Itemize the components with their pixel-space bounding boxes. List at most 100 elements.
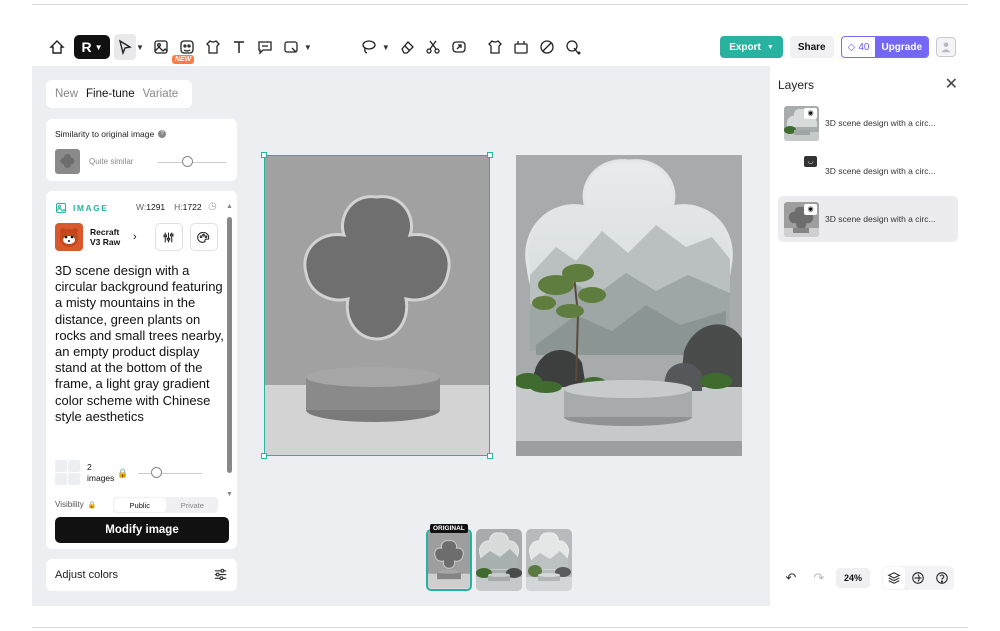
share-button[interactable]: Share [789, 36, 834, 58]
layer-thumbnail: ◉ [784, 201, 819, 237]
style-library-icon[interactable] [907, 567, 929, 589]
generated-image[interactable] [516, 155, 742, 456]
layer-thumbnail: ◡ [784, 153, 819, 189]
lock-icon[interactable]: 🔒 [117, 468, 128, 479]
chevron-down-icon: ▼ [766, 43, 774, 51]
credits-count[interactable]: ◇ 40 [842, 42, 876, 53]
image-count-label: 2 images [87, 462, 114, 484]
layer-item[interactable]: ◉ 3D scene design with a circ... [778, 100, 958, 146]
eye-icon[interactable]: ◉ [804, 203, 817, 215]
variant-thumbnail-2[interactable] [526, 529, 572, 591]
settings-sliders-icon[interactable] [154, 223, 183, 251]
image-count-unit: images [87, 473, 115, 483]
undo-icon[interactable]: ↶ [780, 567, 802, 589]
redo-icon[interactable]: ↷ [808, 567, 830, 589]
layers-title: Layers [778, 78, 815, 92]
tab-variate[interactable]: Variate [143, 88, 179, 100]
image-settings-card: IMAGE W:1291 H:1722 ◷ Recraft V3 Raw › 3… [46, 191, 237, 549]
tab-fine-tune[interactable]: Fine-tune [86, 88, 135, 100]
vectorize-icon[interactable] [534, 34, 560, 60]
chevron-down-icon[interactable]: ▼ [382, 43, 390, 52]
model-name: Recraft V3 Raw [90, 227, 121, 247]
help-icon[interactable] [931, 567, 953, 589]
home-icon[interactable] [44, 34, 70, 60]
mode-tabs: New Fine-tune Variate [46, 80, 192, 108]
select-tool-icon[interactable] [114, 34, 136, 60]
adjust-sliders-icon[interactable] [213, 567, 228, 582]
export-label: Export [729, 41, 761, 53]
image-count-control[interactable]: 2 images [55, 460, 114, 486]
visibility-public[interactable]: Public [114, 498, 166, 512]
mockup-shirt-icon[interactable] [200, 34, 226, 60]
similarity-card: Similarity to original image? Quite simi… [46, 119, 237, 181]
style-brush-icon[interactable] [560, 34, 586, 60]
modify-image-button[interactable]: Modify image [55, 517, 229, 543]
logo-menu-button[interactable]: R ▼ [74, 35, 110, 59]
prompt-text[interactable]: 3D scene design with a circular backgrou… [55, 263, 225, 425]
diamond-icon: ◇ [847, 41, 856, 53]
mask-icon[interactable]: ◡ [804, 155, 817, 167]
frame-tool-icon[interactable] [278, 34, 304, 60]
variant-thumbnail-1[interactable] [476, 529, 522, 591]
app-window: R ▼ ▼ NEW ▼ ▼ Export ▼ Share ◇ 40 Upgrad… [32, 28, 968, 606]
avatar[interactable] [936, 37, 956, 57]
resize-handle-bl[interactable] [261, 453, 267, 459]
upscale-icon[interactable] [446, 34, 472, 60]
prompt-scrollbar[interactable]: ▲ ▼ [226, 203, 233, 503]
scroll-up-icon[interactable]: ▲ [226, 203, 233, 210]
similarity-thumbnail [55, 149, 80, 174]
new-badge: NEW [171, 55, 195, 64]
visibility-label: Visibility 🔒 [55, 500, 96, 509]
chevron-down-icon: ▼ [94, 42, 103, 52]
model-selector[interactable]: Recraft V3 Raw › [55, 223, 218, 251]
eraser-tool-icon[interactable] [394, 34, 420, 60]
panel-toggle-group [882, 566, 954, 590]
layer-name: 3D scene design with a circ... [825, 214, 936, 224]
close-icon[interactable]: ✕ [945, 74, 958, 94]
similarity-title: Similarity to original image? [55, 129, 167, 139]
lasso-tool-icon[interactable] [356, 34, 382, 60]
layer-item-selected[interactable]: ◉ 3D scene design with a circ... [778, 196, 958, 242]
visibility-private[interactable]: Private [167, 497, 219, 513]
history-clock-icon[interactable]: ◷ [208, 201, 217, 212]
zoom-level[interactable]: 24% [836, 568, 870, 588]
adjust-colors-card[interactable]: Adjust colors [46, 559, 237, 591]
help-icon[interactable]: ? [158, 130, 167, 138]
mockup-icon[interactable] [482, 34, 508, 60]
scroll-thumb[interactable] [227, 217, 232, 473]
tab-new[interactable]: New [55, 88, 78, 100]
comment-tool-icon[interactable] [252, 34, 278, 60]
scissors-icon[interactable] [420, 34, 446, 60]
red-panda-model-icon [55, 223, 83, 251]
visibility-label-text: Visibility [55, 500, 84, 509]
height-value: 1722 [182, 202, 202, 212]
image-tool-icon[interactable] [148, 34, 174, 60]
resize-handle-tr[interactable] [487, 152, 493, 158]
eye-icon[interactable]: ◉ [804, 107, 817, 119]
upgrade-button[interactable]: Upgrade [875, 37, 928, 57]
height-field[interactable]: H:1722 [174, 202, 201, 212]
variant-thumbnail-original[interactable] [426, 529, 472, 591]
height-label: H: [174, 202, 183, 212]
resize-handle-br[interactable] [487, 453, 493, 459]
image-count-slider-track[interactable] [138, 473, 202, 474]
image-stack-icon [55, 460, 81, 486]
layer-item[interactable]: ◡ 3D scene design with a circ... [778, 148, 958, 194]
scroll-down-icon[interactable]: ▼ [226, 491, 233, 498]
export-button[interactable]: Export ▼ [720, 36, 783, 58]
image-count-value: 2 [87, 462, 92, 472]
top-divider [32, 4, 968, 5]
layers-icon[interactable] [883, 567, 905, 589]
style-palette-icon[interactable] [189, 223, 218, 251]
width-field[interactable]: W:1291 [136, 202, 165, 212]
chevron-down-icon[interactable]: ▼ [136, 43, 144, 52]
chevron-down-icon[interactable]: ▼ [304, 43, 312, 52]
layer-thumbnail: ◉ [784, 105, 819, 141]
ai-image-tool-icon[interactable]: NEW [171, 34, 200, 64]
similarity-slider-knob[interactable] [182, 156, 193, 167]
layout-icon[interactable] [508, 34, 534, 60]
resize-handle-tl[interactable] [261, 152, 267, 158]
text-tool-icon[interactable] [226, 34, 252, 60]
toolbar: R ▼ ▼ NEW ▼ ▼ Export ▼ Share ◇ 40 Upgrad… [32, 28, 968, 66]
image-count-slider-knob[interactable] [151, 467, 162, 478]
